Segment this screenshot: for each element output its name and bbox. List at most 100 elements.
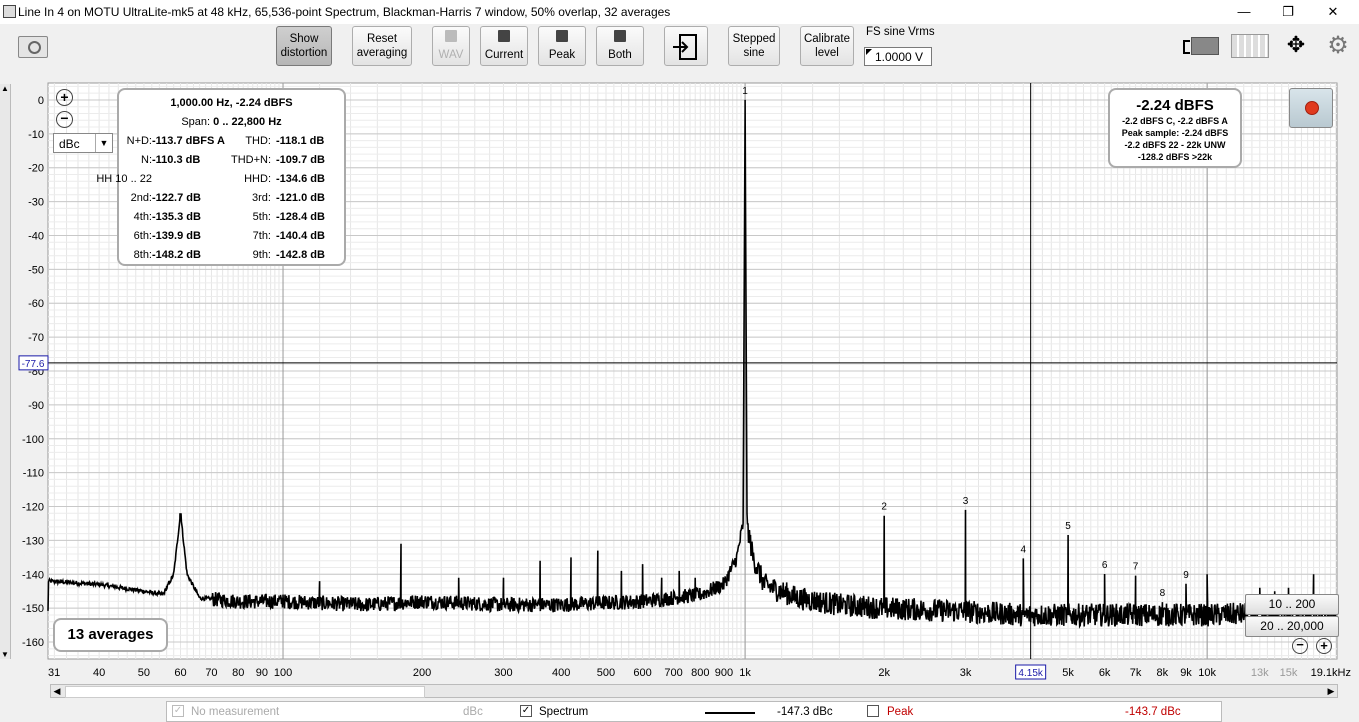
record-button[interactable] <box>1289 88 1333 128</box>
x-tick-label: 900 <box>715 667 733 679</box>
harmonic-marker: 4 <box>1020 544 1026 555</box>
status-bar: ✓ No measurement dBc ✓ Spectrum -147.3 d… <box>166 701 1222 722</box>
dist-value-right: -121.0 dB <box>276 192 325 204</box>
x-tick-label: 15k <box>1280 667 1298 679</box>
harmonic-marker: 9 <box>1183 570 1189 581</box>
app-icon <box>3 5 16 18</box>
stepped-sine-line1: Stepped <box>732 33 776 45</box>
move-arrows-icon[interactable]: ✥ <box>1279 32 1313 58</box>
dist-value-right: -118.1 dB <box>276 135 325 147</box>
unit-select-value: dBc <box>59 137 80 151</box>
dist-value-right: -142.8 dB <box>276 249 325 261</box>
calibrate-level-line2: level <box>815 47 839 59</box>
horizontal-scrollbar[interactable]: ◀ ▶ <box>50 684 1338 698</box>
range-10-200-button[interactable]: 10 .. 200 <box>1245 594 1339 615</box>
zoom-out-icon[interactable]: − <box>56 111 73 128</box>
show-distortion-button[interactable]: Show distortion <box>276 26 332 66</box>
scroll-up-arrow[interactable]: ▲ <box>1 84 9 93</box>
harmonic-marker: 8 <box>1160 588 1166 599</box>
graph-layout-icon[interactable] <box>1183 34 1219 56</box>
current-label: Current <box>484 49 524 61</box>
spectrum-checkbox[interactable]: ✓ <box>520 705 532 717</box>
panel-layout-icon[interactable] <box>1231 34 1269 58</box>
level-line-4: -128.2 dBFS >22k <box>1137 152 1213 162</box>
peak-checkbox[interactable] <box>867 705 879 717</box>
x-tick-label: 200 <box>413 667 431 679</box>
peak-label: Peak <box>548 49 576 61</box>
minimize-button[interactable]: — <box>1229 3 1259 21</box>
level-line-2: Peak sample: -2.24 dBFS <box>1121 128 1229 138</box>
dist-value-left: -110.3 dB <box>152 154 201 166</box>
save-current-button[interactable]: Current <box>480 26 528 66</box>
no-measurement-checkbox[interactable]: ✓ <box>172 705 184 717</box>
harmonic-marker: 5 <box>1065 521 1071 532</box>
toolbar: Show distortion Reset averaging WAV Curren… <box>0 24 1359 70</box>
x-tick-label: 13k <box>1251 667 1269 679</box>
level-line-3: -2.2 dBFS 22 - 22k UNW <box>1124 140 1226 150</box>
disk-icon <box>445 30 457 42</box>
dist-label-right: 7th: <box>252 230 271 242</box>
dist-label-left: HH 10 .. 22 <box>96 173 152 185</box>
wav-label: WAV <box>438 49 464 61</box>
peak-value: -143.7 dBc <box>1125 706 1181 718</box>
fs-sine-value: 1.0000 V <box>875 50 924 64</box>
x-tick-label: 5k <box>1062 667 1074 679</box>
scroll-left-arrow[interactable]: ◀ <box>51 685 63 697</box>
x-tick-label: 600 <box>633 667 651 679</box>
no-measurement-unit: dBc <box>463 706 483 718</box>
fs-sine-label: FS sine Vrms <box>866 26 935 38</box>
dist-label-left: N+D: <box>126 135 152 147</box>
chevron-down-icon[interactable]: ▼ <box>95 134 112 152</box>
unit-select[interactable]: dBc ▼ <box>53 133 113 153</box>
y-tick-label: -100 <box>22 434 44 446</box>
stepped-sine-button[interactable]: Stepped sine <box>728 26 780 66</box>
camera-icon[interactable] <box>18 36 48 58</box>
x-zoom-in-icon[interactable]: + <box>1316 638 1332 654</box>
fs-sine-input[interactable]: 1.0000 V <box>864 47 932 66</box>
scroll-down-arrow[interactable]: ▼ <box>1 650 9 659</box>
x-tick-label: 10k <box>1198 667 1216 679</box>
show-distortion-line2: distortion <box>280 47 328 59</box>
calibrate-level-button[interactable]: Calibrate level <box>800 26 854 66</box>
x-tick-label: 7k <box>1130 667 1142 679</box>
no-measurement-label: No measurement <box>191 706 280 718</box>
cursor-x-value: 4.15k <box>1018 668 1043 679</box>
dist-label-right: 3rd: <box>252 192 271 204</box>
harmonic-marker: 2 <box>881 502 887 513</box>
range-20-20000-button[interactable]: 20 .. 20,000 <box>1245 616 1339 637</box>
x-tick-label: 400 <box>552 667 570 679</box>
save-both-button[interactable]: Both <box>596 26 644 66</box>
reset-averaging-button[interactable]: Reset averaging <box>352 26 412 66</box>
close-button[interactable]: ✕ <box>1318 3 1348 21</box>
x-tick-label: 500 <box>597 667 615 679</box>
y-tick-label: -90 <box>28 400 44 412</box>
x-tick-label: 8k <box>1157 667 1169 679</box>
save-peak-button[interactable]: Peak <box>538 26 586 66</box>
maximize-button[interactable]: ❐ <box>1273 3 1303 21</box>
gear-icon[interactable]: ⚙ <box>1326 34 1350 58</box>
dist-label-right: 5th: <box>252 211 271 223</box>
x-tick-label: 80 <box>232 667 244 679</box>
spectrum-label: Spectrum <box>539 706 589 718</box>
scroll-thumb[interactable] <box>65 686 425 698</box>
dist-value-left: -135.3 dB <box>152 211 201 223</box>
spectrum-chart: 0 -10 -20 -30 -40 -50 -60 -70 -80 -90 -100 -110 -120… <box>0 70 1359 685</box>
vertical-scrollbar[interactable]: ▲ ▼ <box>0 84 11 659</box>
x-tick-label: 1k <box>739 667 751 679</box>
harmonic-marker: 6 <box>1102 560 1108 571</box>
peak-label: Peak <box>887 706 914 718</box>
x-tick-label: 40 <box>93 667 105 679</box>
dist-value-right: -109.7 dB <box>276 154 325 166</box>
wav-button[interactable]: WAV <box>432 26 470 66</box>
zoom-in-icon[interactable]: + <box>56 89 73 106</box>
export-button[interactable] <box>664 26 708 66</box>
spectrum-value: -147.3 dBc <box>777 706 833 718</box>
dist-value-right: -134.6 dB <box>276 173 325 185</box>
dist-label-left: 6th: <box>133 230 152 242</box>
dist-label-right: 9th: <box>252 249 271 261</box>
y-tick-label: -50 <box>28 264 44 276</box>
y-tick-label: -110 <box>23 468 44 480</box>
y-tick-label: -140 <box>22 569 44 581</box>
scroll-right-arrow[interactable]: ▶ <box>1325 685 1337 697</box>
x-zoom-out-icon[interactable]: − <box>1292 638 1308 654</box>
